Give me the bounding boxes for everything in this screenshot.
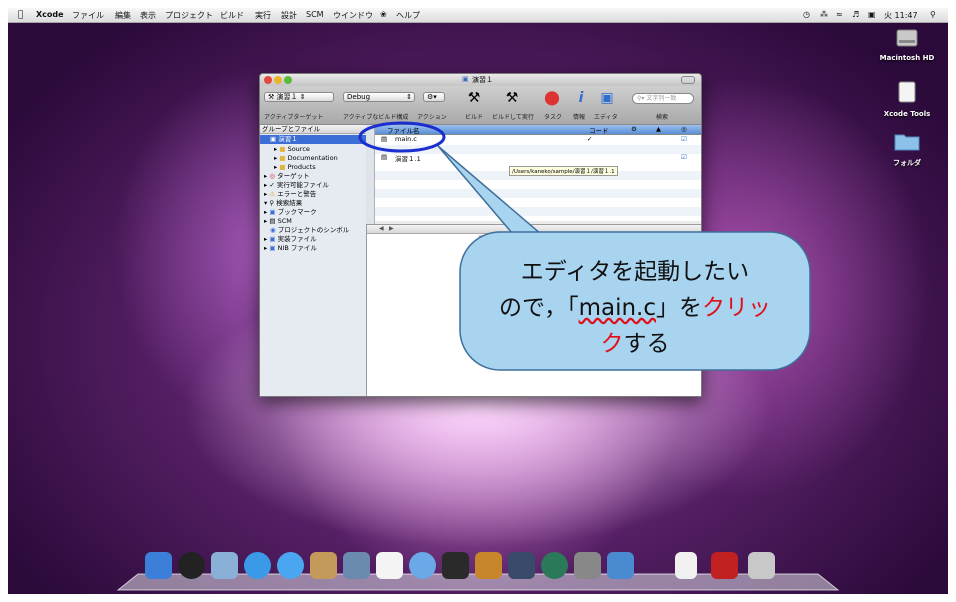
dock-ical-icon[interactable] [376,552,403,579]
dock-mail-icon[interactable] [211,552,238,579]
dock-document-icon[interactable] [675,552,697,579]
dock-imovie-icon[interactable] [442,552,469,579]
dock-xcode-icon[interactable] [607,552,634,579]
dock-filezilla-icon[interactable] [711,552,738,579]
dock-spaces-icon[interactable] [508,552,535,579]
dock-address-book-icon[interactable] [310,552,337,579]
dock-garageband-icon[interactable] [475,552,502,579]
dock-time-machine-icon[interactable] [541,552,568,579]
dock-safari-icon[interactable] [244,552,271,579]
dock-itunes-icon[interactable] [409,552,436,579]
dock-dashboard-icon[interactable] [178,552,205,579]
dock-system-preferences-icon[interactable] [574,552,601,579]
dock-photos-icon[interactable] [343,552,370,579]
desktop:  Xcode ファイル 編集 表示 プロジェクト ビルド 実行 設計 SCM … [8,8,948,594]
dock-finder-icon[interactable] [145,552,172,579]
dock-ichat-icon[interactable] [277,552,304,579]
dock-trash-icon[interactable] [748,552,775,579]
dock-shelf [116,573,840,591]
